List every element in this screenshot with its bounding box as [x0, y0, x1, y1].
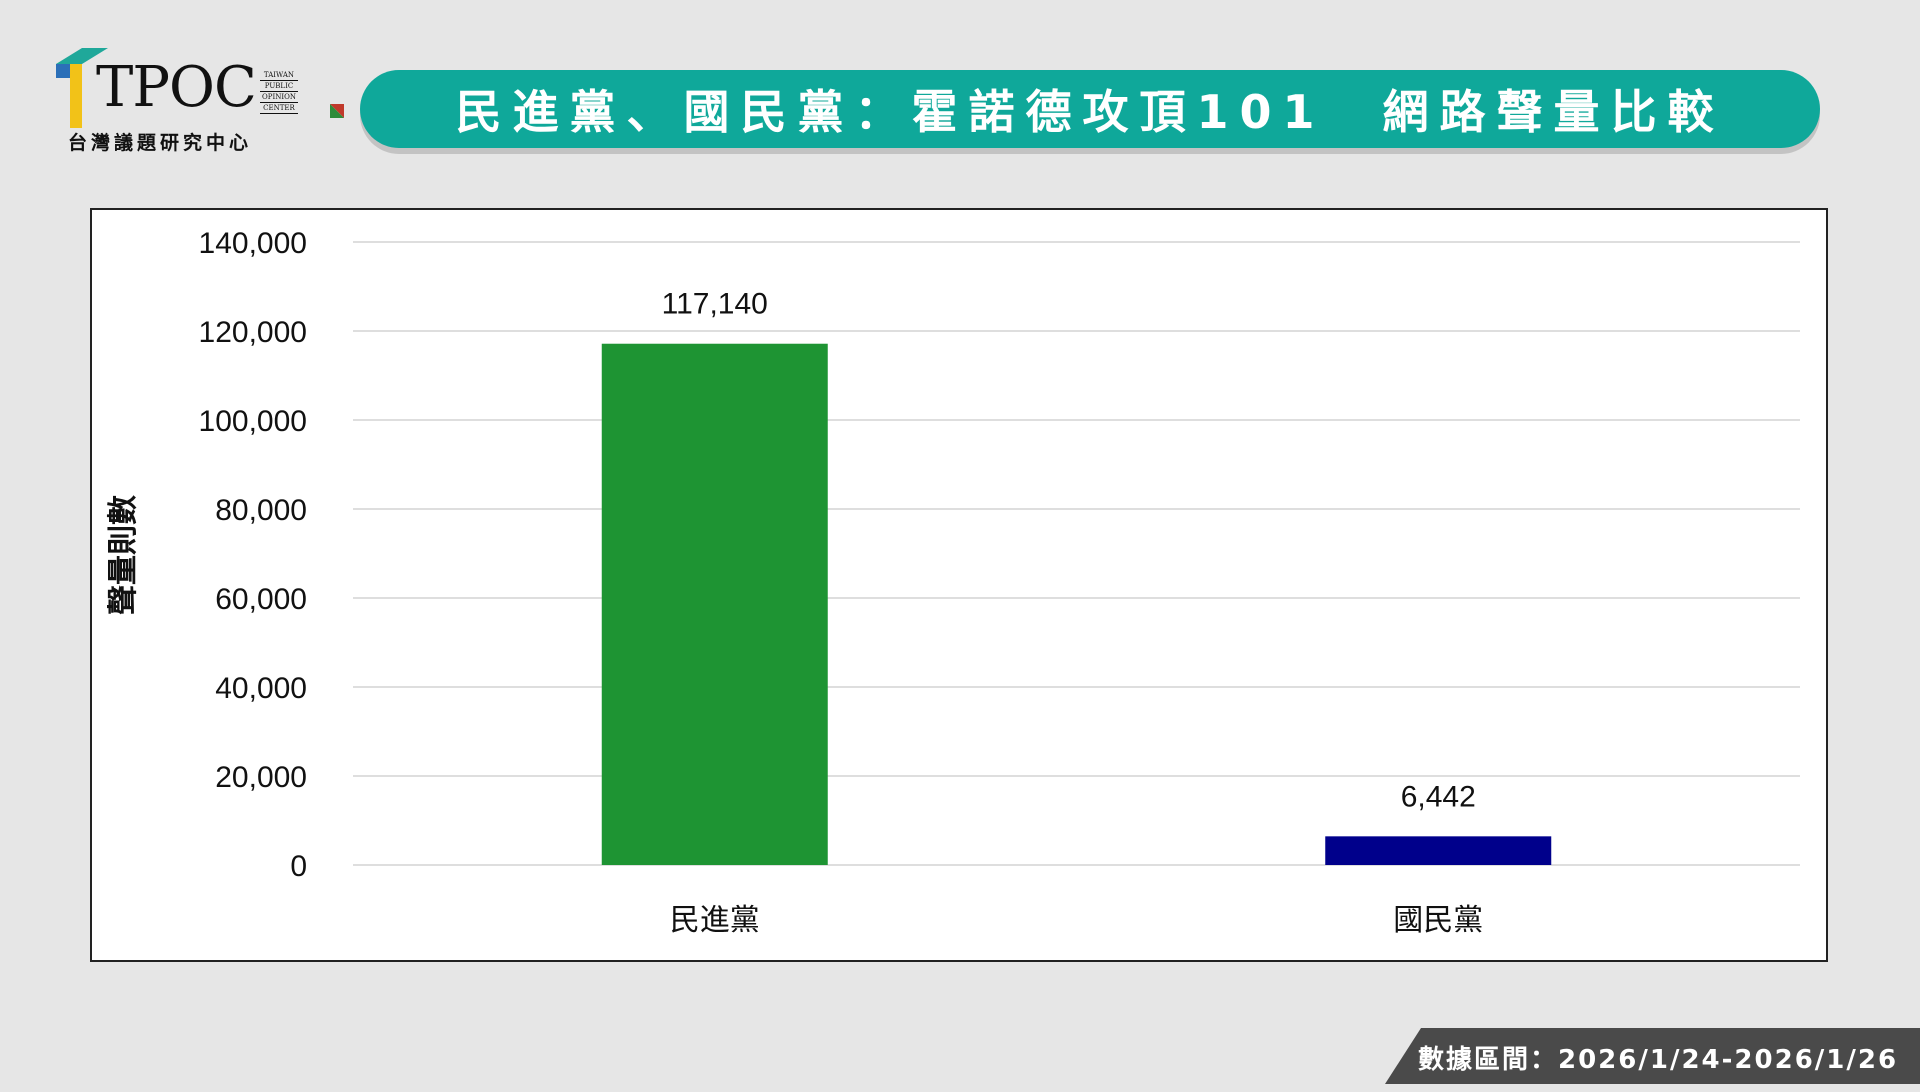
title-banner: 民進黨、國民黨：霍諾德攻頂101 網路聲量比較 [360, 70, 1820, 148]
x-tick-label: 國民黨 [1393, 903, 1483, 938]
tpoc-logo: TPOC TAIWAN PUBLIC OPINION CENTER 台灣議題研究… [50, 40, 344, 160]
y-tick-label: 60,000 [215, 583, 307, 616]
logo-flag-icon [330, 104, 344, 118]
x-tick-label: 民進黨 [670, 903, 760, 938]
data-label: 6,442 [1401, 780, 1476, 813]
y-tick-label: 100,000 [199, 405, 307, 438]
y-tick-label: 80,000 [215, 494, 307, 527]
y-tick-label: 140,000 [199, 227, 307, 260]
logo-subtitle: 台灣議題研究中心 [68, 132, 253, 154]
date-range-label: 數據區間：2026/1/24-2026/1/26 [1418, 1045, 1899, 1075]
logo-small-line: OPINION [260, 92, 298, 103]
page-title: 民進黨、國民黨：霍諾德攻頂101 網路聲量比較 [455, 85, 1725, 139]
y-tick-label: 0 [290, 850, 307, 883]
logo-small-line: CENTER [260, 103, 298, 114]
bar-chart: 0 20,000 40,000 60,000 80,000 100,000 120,000 1… [199, 227, 1800, 938]
bar [1325, 836, 1552, 865]
chart-panel: 0 20,000 40,000 60,000 80,000 100,000 120,000 1… [90, 208, 1828, 962]
y-tick-label: 120,000 [199, 316, 307, 349]
y-axis-title: 聲量則數 [106, 495, 141, 615]
logo-small-line: TAIWAN [260, 70, 298, 81]
y-tick-label: 40,000 [215, 672, 307, 705]
y-tick-label: 20,000 [215, 761, 307, 794]
bar [601, 343, 828, 865]
logo-small-text: TAIWAN PUBLIC OPINION CENTER [260, 70, 298, 114]
logo-wordmark: TPOC [96, 55, 257, 120]
logo-small-line: PUBLIC [260, 81, 298, 92]
data-label: 117,140 [662, 288, 768, 321]
